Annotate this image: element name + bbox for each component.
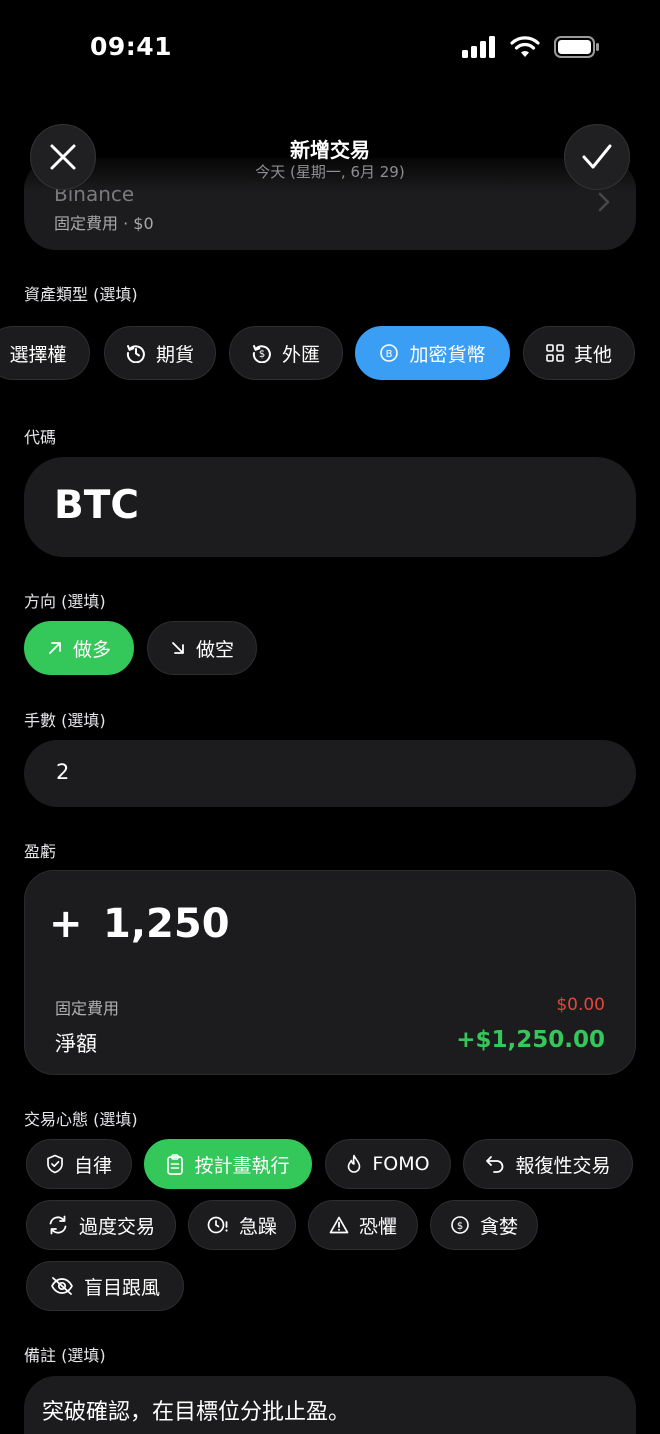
mindset-tag-label: 貪婪 [479, 1215, 518, 1238]
warning-icon [329, 1216, 349, 1234]
shield-check-icon [47, 1154, 63, 1174]
mindset-tag-greed[interactable]: $ 貪婪 [430, 1200, 538, 1250]
flame-icon [348, 1154, 361, 1173]
broker-fee: 固定費用 · $0 [54, 214, 154, 233]
fee-value: $0.00 [556, 995, 605, 1015]
asset-type-other[interactable]: 其他 [523, 326, 635, 380]
notes-label: 備註 (選填) [24, 1346, 106, 1365]
arrow-up-right-icon [49, 642, 61, 654]
asset-type-options[interactable]: 選擇權 [0, 326, 90, 380]
net-label: 淨額 [55, 1032, 97, 1056]
svg-text:$: $ [457, 1221, 463, 1232]
asset-type-futures[interactable]: 期貨 [104, 326, 216, 380]
bitcoin-icon: B [380, 344, 399, 362]
notes-textarea[interactable]: 突破確認，在目標位分批止盈。 [24, 1376, 636, 1434]
direction-long-button[interactable]: 做多 [24, 621, 134, 675]
notes-value: 突破確認，在目標位分批止盈。 [42, 1400, 351, 1425]
mindset-tag-label: 按計畫執行 [194, 1154, 290, 1177]
mindset-tag-overtrading[interactable]: 過度交易 [26, 1200, 176, 1250]
mindset-tag-label: 自律 [73, 1154, 112, 1177]
mindset-tag-impatient[interactable]: 急躁 [188, 1200, 296, 1250]
page-subtitle-date: 今天 (星期一, 6月 29) [255, 163, 405, 181]
mindset-tag-fear[interactable]: 恐懼 [308, 1200, 418, 1250]
ticker-input[interactable]: BTC [24, 457, 636, 557]
battery-icon [554, 36, 599, 58]
mindset-tag-label: 恐懼 [358, 1215, 397, 1238]
net-value: +$1,250.00 [456, 1027, 605, 1053]
history-icon [126, 345, 145, 363]
pnl-card[interactable]: + 1,250 固定費用 $0.00 淨額 +$1,250.00 [24, 870, 636, 1075]
lots-label: 手數 (選填) [24, 711, 106, 730]
mindset-tag-herd-following[interactable]: 盲目跟風 [26, 1261, 184, 1311]
asset-type-crypto[interactable]: B 加密貨幣 [355, 326, 510, 380]
eye-off-icon [51, 1277, 73, 1295]
mindset-tag-label: 過度交易 [78, 1215, 155, 1238]
mindset-tag-label: FOMO [372, 1153, 430, 1175]
status-icons [462, 36, 600, 58]
clock-alert-icon [207, 1216, 228, 1234]
mindset-tag-label: 報復性交易 [515, 1154, 611, 1177]
wifi-icon [510, 36, 540, 57]
fee-label: 固定費用 [55, 999, 120, 1018]
mindset-tag-discipline[interactable]: 自律 [26, 1139, 132, 1189]
clipboard-icon [167, 1153, 184, 1175]
lots-value: 2 [56, 760, 70, 784]
checkmark-icon [582, 144, 612, 169]
confirm-button[interactable] [564, 124, 630, 190]
currency-exchange-icon: $ [252, 345, 271, 363]
direction-short-label: 做空 [195, 638, 234, 661]
mindset-tag-label: 急躁 [238, 1215, 277, 1238]
arrow-down-right-icon [172, 642, 184, 654]
pnl-sign-toggle[interactable]: + [49, 901, 83, 947]
dollar-coin-icon: $ [451, 1216, 469, 1234]
pnl-amount-input[interactable]: 1,250 [103, 901, 230, 947]
refresh-icon [49, 1215, 67, 1235]
asset-type-crypto-label: 加密貨幣 [409, 343, 486, 366]
asset-type-option-label: 選擇權 [9, 343, 67, 366]
direction-short-button[interactable]: 做空 [147, 621, 257, 675]
status-time: 09:41 [90, 32, 173, 61]
asset-type-futures-label: 期貨 [155, 343, 194, 366]
mindset-tag-revenge-trading[interactable]: 報復性交易 [463, 1139, 633, 1189]
undo-arrow-icon [486, 1156, 504, 1173]
grid-icon [546, 344, 564, 362]
ticker-label: 代碼 [24, 428, 57, 447]
mindset-tag-fomo[interactable]: FOMO [325, 1139, 451, 1189]
asset-type-other-label: 其他 [573, 343, 612, 366]
mindset-tag-follow-plan[interactable]: 按計畫執行 [144, 1139, 312, 1189]
asset-type-label: 資產類型 (選填) [24, 285, 138, 304]
page-title: 新增交易 [290, 138, 370, 162]
mindset-tag-label: 盲目跟風 [83, 1276, 160, 1299]
pnl-label: 盈虧 [24, 842, 57, 861]
svg-text:B: B [386, 349, 393, 360]
ticker-value: BTC [54, 483, 139, 528]
status-bar: 09:41 [0, 0, 660, 96]
lots-input[interactable]: 2 [24, 740, 636, 807]
svg-text:$: $ [259, 349, 265, 360]
asset-type-forex-label: 外匯 [281, 343, 320, 366]
direction-long-label: 做多 [72, 638, 111, 661]
cellular-signal-icon [462, 36, 495, 58]
asset-type-forex[interactable]: $ 外匯 [229, 326, 343, 380]
direction-label: 方向 (選填) [24, 592, 106, 611]
chevron-right-icon [598, 192, 610, 212]
mindset-label: 交易心態 (選填) [24, 1110, 138, 1129]
